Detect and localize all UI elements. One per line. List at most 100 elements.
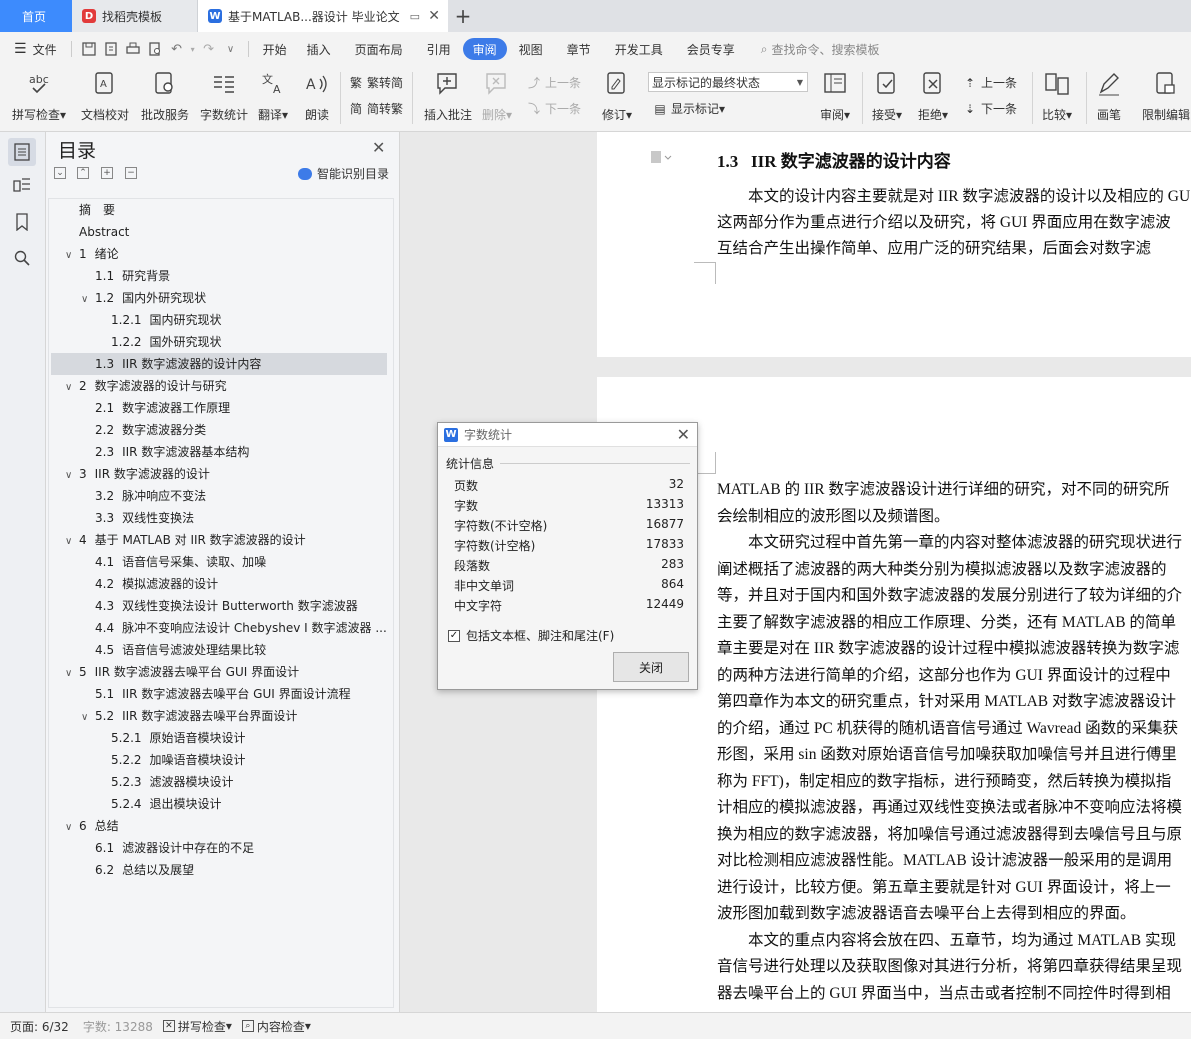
undo-icon[interactable]: ↶ — [166, 38, 188, 60]
toc-item[interactable]: 5.1 IIR 数字滤波器去噪平台 GUI 界面设计流程 — [51, 683, 387, 705]
toc-item[interactable]: 4.2 模拟滤波器的设计 — [51, 573, 387, 595]
toc-item[interactable]: 1.2.1 国内研究现状 — [51, 309, 387, 331]
accept-button[interactable]: 接受▾ — [872, 70, 902, 123]
monitor-icon[interactable]: ▭ — [410, 10, 420, 23]
file-menu[interactable]: ☰ 文件 — [0, 38, 65, 60]
menu-tab[interactable]: 引用 — [419, 38, 459, 60]
toc-icon[interactable] — [8, 138, 36, 166]
toc-item[interactable]: 6.1 滤波器设计中存在的不足 — [51, 837, 387, 859]
menu-tab[interactable]: 会员专享 — [679, 38, 743, 60]
revise-button[interactable]: 修订▾ — [602, 70, 632, 123]
chapter-nav-icon[interactable] — [8, 172, 36, 200]
toc-item[interactable]: Abstract — [51, 221, 387, 243]
markup-state-select[interactable]: 显示标记的最终状态 ▼ — [648, 72, 808, 92]
chevron-down-icon[interactable]: ∨ — [65, 817, 79, 837]
save-icon[interactable] — [78, 38, 100, 60]
toc-item[interactable]: 6.2 总结以及展望 — [51, 859, 387, 881]
prev-change-button[interactable]: ⇡ 上一条 — [962, 74, 1017, 91]
content-check-button[interactable]: ⌕ 内容检查 ▾ — [241, 1018, 311, 1035]
chevron-down-icon[interactable]: ∨ — [65, 245, 79, 265]
to-traditional-button[interactable]: 繁繁转简 — [348, 74, 403, 91]
close-icon[interactable]: ✕ — [372, 138, 385, 157]
new-tab-button[interactable]: + — [448, 0, 478, 32]
page-indicator[interactable]: 页面: 6/32 — [10, 1018, 69, 1035]
menu-tab[interactable]: 开始 — [255, 38, 295, 60]
toc-item[interactable]: 5.2.2 加噪语音模块设计 — [51, 749, 387, 771]
document-page[interactable]: 1.3 IIR 数字滤波器的设计内容 本文的设计内容主要就是对 IIR 数字滤波… — [597, 132, 1191, 357]
chevron-down-icon[interactable]: ∨ — [65, 531, 79, 551]
toc-item[interactable]: 3.3 双线性变换法 — [51, 507, 387, 529]
toc-item[interactable]: ∨ 3 IIR 数字滤波器的设计 — [51, 463, 387, 485]
close-icon[interactable]: ✕ — [677, 425, 690, 444]
doc-proof-button[interactable]: A 文档校对 — [81, 70, 129, 123]
spellcheck-status-button[interactable]: ✕ 拼写检查 ▾ — [162, 1018, 232, 1035]
toc-item[interactable]: ∨ 1 绪论 — [51, 243, 387, 265]
menu-tab[interactable]: 章节 — [559, 38, 599, 60]
print-preview-icon[interactable] — [144, 38, 166, 60]
toc-item[interactable]: 2.1 数字滤波器工作原理 — [51, 397, 387, 419]
print-icon[interactable] — [122, 38, 144, 60]
insert-comment-button[interactable]: 插入批注 — [424, 70, 472, 123]
toc-item[interactable]: 4.4 脉冲不变响应法设计 Chebyshev I 数字滤波器 ... — [51, 617, 387, 639]
toc-item[interactable]: ∨ 1.2 国内外研究现状 — [51, 287, 387, 309]
menu-tab[interactable]: 视图 — [511, 38, 551, 60]
expand-up-icon[interactable]: ⌃ — [77, 167, 89, 179]
tab-home[interactable]: 首页 — [0, 0, 72, 32]
next-comment-button[interactable]: ⤵ 下一条 — [526, 100, 581, 117]
bookmark-icon[interactable] — [8, 208, 36, 236]
menu-tab[interactable]: 开发工具 — [607, 38, 671, 60]
chevron-down-icon[interactable]: ∨ — [81, 289, 95, 309]
compare-button[interactable]: 比较▾ — [1042, 70, 1072, 123]
tab-template[interactable]: D 找稻壳模板 — [72, 0, 198, 32]
restrict-edit-button[interactable]: 限制编辑 — [1142, 70, 1190, 123]
word-count-button[interactable]: 字数统计 — [200, 70, 248, 123]
smart-toc-button[interactable]: 智能识别目录 — [298, 165, 389, 182]
read-aloud-button[interactable]: A 朗读 — [304, 70, 330, 123]
to-simplified-button[interactable]: 简简转繁 — [348, 100, 403, 117]
translate-button[interactable]: 文A 翻译▾ — [258, 70, 288, 123]
remove-heading-icon[interactable]: − — [125, 167, 137, 179]
search-icon[interactable] — [8, 244, 36, 272]
chevron-down-icon[interactable]: ∨ — [65, 663, 79, 683]
toc-item[interactable]: 3.2 脉冲响应不变法 — [51, 485, 387, 507]
chevron-down-icon[interactable]: ∨ — [65, 465, 79, 485]
add-heading-icon[interactable]: + — [101, 167, 113, 179]
dialog-titlebar[interactable]: W 字数统计 ✕ — [438, 423, 697, 447]
show-markup-button[interactable]: ▤ 显示标记 ▾ — [652, 100, 725, 117]
export-pdf-icon[interactable] — [100, 38, 122, 60]
redo-icon[interactable]: ↷ — [198, 38, 220, 60]
toc-item[interactable]: 4.3 双线性变换法设计 Butterworth 数字滤波器 — [51, 595, 387, 617]
include-textbox-checkbox[interactable]: ✓ 包括文本框、脚注和尾注(F) — [448, 627, 614, 644]
toc-item[interactable]: 4.1 语音信号采集、读取、加噪 — [51, 551, 387, 573]
close-button[interactable]: 关闭 — [613, 652, 689, 682]
collapse-all-icon[interactable]: ⌄ — [54, 167, 66, 179]
toc-item[interactable]: 2.3 IIR 数字滤波器基本结构 — [51, 441, 387, 463]
next-change-button[interactable]: ⇣ 下一条 — [962, 100, 1017, 117]
toc-item[interactable]: 5.2.3 滤波器模块设计 — [51, 771, 387, 793]
chevron-down-icon[interactable]: ∨ — [65, 377, 79, 397]
toc-item[interactable]: 4.5 语音信号滤波处理结果比较 — [51, 639, 387, 661]
batch-service-button[interactable]: 批改服务 — [141, 70, 189, 123]
toc-item[interactable]: 1.1 研究背景 — [51, 265, 387, 287]
toc-item[interactable]: 1.3 IIR 数字滤波器的设计内容 — [51, 353, 387, 375]
toc-item[interactable]: ∨ 5 IIR 数字滤波器去噪平台 GUI 界面设计 — [51, 661, 387, 683]
toc-item[interactable]: ∨ 2 数字滤波器的设计与研究 — [51, 375, 387, 397]
undo-dropdown-icon[interactable]: ▾ — [188, 38, 198, 60]
pen-button[interactable]: 画笔 — [1096, 70, 1122, 123]
toc-item[interactable]: 摘 要 — [51, 199, 387, 221]
close-tab-icon[interactable]: ✕ — [428, 8, 440, 24]
toc-item[interactable]: ∨ 6 总结 — [51, 815, 387, 837]
toc-item[interactable]: 2.2 数字滤波器分类 — [51, 419, 387, 441]
delete-comment-button[interactable]: 删除▾ — [482, 70, 512, 123]
menu-tab[interactable]: 页面布局 — [347, 38, 411, 60]
toc-item[interactable]: ∨ 5.2 IIR 数字滤波器去噪平台界面设计 — [51, 705, 387, 727]
paragraph-mark-icon[interactable] — [650, 150, 674, 164]
command-search[interactable]: ⌕ 查找命令、搜索模板 — [753, 38, 888, 60]
toc-item[interactable]: 5.2.4 退出模块设计 — [51, 793, 387, 815]
word-count-indicator[interactable]: 字数: 13288 — [83, 1018, 153, 1035]
toc-item[interactable]: ∨ 4 基于 MATLAB 对 IIR 数字滤波器的设计 — [51, 529, 387, 551]
review-pane-button[interactable]: 审阅▾ — [820, 70, 850, 123]
prev-comment-button[interactable]: ⤴ 上一条 — [526, 74, 581, 91]
spellcheck-button[interactable]: abc 拼写检查▾ — [12, 70, 66, 123]
toc-item[interactable]: 1.2.2 国外研究现状 — [51, 331, 387, 353]
